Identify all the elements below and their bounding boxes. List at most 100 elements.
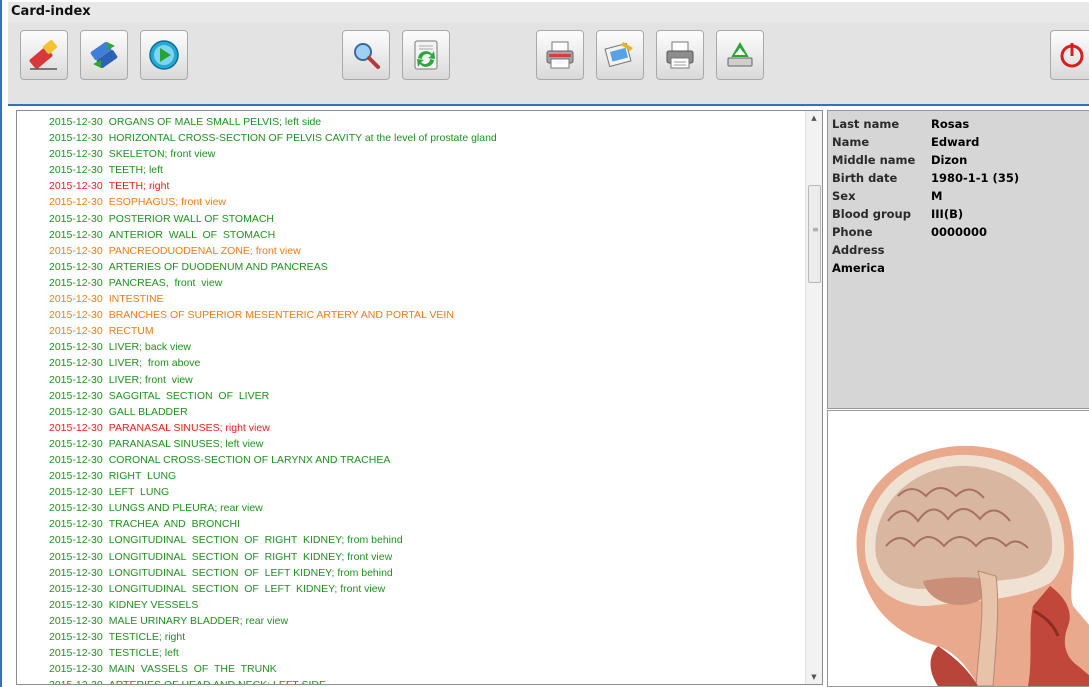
- print-button[interactable]: [536, 30, 584, 80]
- list-item[interactable]: 2015-12-30 SAGGITAL SECTION OF LIVER: [49, 388, 806, 404]
- list-item[interactable]: 2015-12-30 ANTERIOR WALL OF STOMACH: [49, 227, 806, 243]
- power-icon: [1060, 43, 1083, 68]
- record-title: TRACHEA AND BRONCHI: [108, 518, 240, 531]
- print-image-button[interactable]: [596, 30, 644, 80]
- exit-button[interactable]: [1050, 30, 1089, 80]
- search-button[interactable]: [342, 30, 390, 80]
- middle-name-row: Middle name Dizon: [832, 153, 967, 167]
- scroll-up-arrow-icon[interactable]: ▲: [806, 111, 822, 125]
- record-date: 2015-12-30: [49, 180, 103, 193]
- list-item[interactable]: 2015-12-30 SKELETON; front view: [49, 146, 806, 162]
- blood-group-value: III(B): [931, 207, 964, 221]
- scroll-down-arrow-icon[interactable]: ▼: [806, 670, 822, 684]
- record-title: TESTICLE; right: [108, 631, 186, 643]
- list-item[interactable]: 2015-12-30 ESOPHAGUS; front view: [49, 194, 806, 210]
- record-date: 2015-12-30: [49, 325, 103, 338]
- list-item[interactable]: 2015-12-30 ORGANS OF MALE SMALL PELVIS; l…: [49, 114, 806, 130]
- list-item[interactable]: 2015-12-30 LONGITUDINAL SECTION OF LEFT K…: [49, 581, 806, 597]
- list-item[interactable]: 2015-12-30 PANCREAS, front view: [49, 275, 806, 291]
- record-date: 2015-12-30: [49, 341, 103, 354]
- refresh-docs-icon: [414, 40, 438, 70]
- play-button[interactable]: [140, 30, 188, 80]
- record-title: RECTUM: [108, 325, 154, 338]
- list-item[interactable]: 2015-12-30 MAIN VASSELS OF THE TRUNK: [49, 661, 806, 677]
- window-title: Card-index: [11, 4, 91, 19]
- record-title: LIVER; back view: [108, 341, 192, 354]
- vertical-scrollbar[interactable]: ▲ ≡ ▼: [805, 111, 822, 684]
- patient-info-panel: Last name Rosas Name Edward Middle name Diz…: [827, 110, 1089, 409]
- list-item[interactable]: 2015-12-30 PARANASAL SINUSES; right view: [49, 420, 806, 436]
- scroll-thumb[interactable]: ≡: [808, 185, 821, 283]
- record-date: 2015-12-30: [49, 164, 103, 177]
- record-date: 2015-12-30: [49, 373, 103, 386]
- list-item[interactable]: 2015-12-30 TRACHEA AND BRONCHI: [49, 516, 806, 532]
- address-value: America: [832, 261, 885, 275]
- list-item[interactable]: 2015-12-30 RECTUM: [49, 323, 806, 339]
- list-item[interactable]: 2015-12-30 CORONAL CROSS-SECTION OF LARYN…: [49, 452, 806, 468]
- record-date: 2015-12-30: [49, 357, 103, 370]
- scanner-icon: [727, 42, 753, 67]
- list-item[interactable]: 2015-12-30 TESTICLE; left: [49, 645, 806, 661]
- list-item[interactable]: 2015-12-30 ARTERIES OF DUODENUM AND PANCR…: [49, 259, 806, 275]
- anatomy-head-section-image: [856, 445, 1089, 686]
- list-item[interactable]: 2015-12-30 MALE URINARY BLADDER; rear vie…: [49, 613, 806, 629]
- preview-image-panel: [827, 410, 1089, 687]
- record-title: LIVER; front view: [108, 373, 193, 386]
- swap-button[interactable]: [80, 30, 128, 80]
- name-value: Edward: [931, 135, 980, 149]
- record-title: LIVER; from above: [108, 357, 201, 370]
- record-title: GALL BLADDER: [108, 405, 188, 418]
- record-date: 2015-12-30: [49, 421, 103, 434]
- record-date: 2015-12-30: [49, 132, 103, 145]
- record-date: 2015-12-30: [49, 244, 103, 257]
- record-date: 2015-12-30: [49, 486, 103, 499]
- print-list-button[interactable]: [656, 30, 704, 80]
- list-item[interactable]: 2015-12-30 GALL BLADDER: [49, 404, 806, 420]
- list-item[interactable]: 2015-12-30 TEETH; left: [49, 162, 806, 178]
- list-item[interactable]: 2015-12-30 ARTERIES OF HEAD AND NECK; LEF…: [49, 677, 806, 684]
- list-item[interactable]: 2015-12-30 PARANASAL SINUSES; left view: [49, 436, 806, 452]
- list-item[interactable]: 2015-12-30 LIVER; back view: [49, 339, 806, 355]
- list-item[interactable]: 2015-12-30 LUNGS AND PLEURA; rear view: [49, 500, 806, 516]
- record-title: RIGHT LUNG: [108, 470, 177, 483]
- list-item[interactable]: 2015-12-30 LEFT LUNG: [49, 484, 806, 500]
- record-date: 2015-12-30: [49, 389, 103, 402]
- refresh-button[interactable]: [402, 30, 450, 80]
- list-item[interactable]: 2015-12-30 LONGITUDINAL SECTION OF RIGHT …: [49, 532, 806, 548]
- record-date: 2015-12-30: [49, 453, 103, 466]
- record-title: PANCREODUODENAL ZONE; front view: [108, 244, 301, 257]
- list-item[interactable]: 2015-12-30 LONGITUDINAL SECTION OF LEFT K…: [49, 565, 806, 581]
- app-window: Card-index 2015-12-30 ORGANS OF MALE SMA…: [0, 0, 1089, 687]
- printer-icon: [666, 41, 694, 69]
- list-item[interactable]: 2015-12-30 KIDNEY VESSELS: [49, 597, 806, 613]
- record-title: PANCREAS, front view: [108, 276, 223, 289]
- list-item[interactable]: 2015-12-30 HORIZONTAL CROSS-SECTION OF PE…: [49, 130, 806, 146]
- erase-button[interactable]: [20, 30, 68, 80]
- list-item[interactable]: 2015-12-30 LONGITUDINAL SECTION OF RIGHT …: [49, 549, 806, 565]
- list-item[interactable]: 2015-12-30 BRANCHES OF SUPERIOR MESENTERI…: [49, 307, 806, 323]
- list-item[interactable]: 2015-12-30 TESTICLE; right: [49, 629, 806, 645]
- list-item[interactable]: 2015-12-30 INTESTINE: [49, 291, 806, 307]
- list-item[interactable]: 2015-12-30 TEETH; right: [49, 178, 806, 194]
- record-title: TESTICLE; left: [108, 647, 179, 660]
- swap-icon: [90, 41, 118, 69]
- record-title: LONGITUDINAL SECTION OF RIGHT KIDNEY; fr…: [108, 534, 403, 547]
- list-item[interactable]: 2015-12-30 POSTERIOR WALL OF STOMACH: [49, 211, 806, 227]
- records-list[interactable]: 2015-12-30 ORGANS OF MALE SMALL PELVIS; l…: [16, 110, 823, 685]
- record-date: 2015-12-30: [49, 647, 103, 660]
- list-item[interactable]: 2015-12-30 RIGHT LUNG: [49, 468, 806, 484]
- record-date: 2015-12-30: [49, 534, 103, 547]
- list-item[interactable]: 2015-12-30 LIVER; front view: [49, 372, 806, 388]
- record-date: 2015-12-30: [49, 566, 103, 579]
- phone-value: 0000000: [931, 225, 988, 239]
- record-date: 2015-12-30: [49, 196, 103, 209]
- address-value-row: America: [832, 261, 885, 275]
- list-item[interactable]: 2015-12-30 PANCREODUODENAL ZONE; front vi…: [49, 243, 806, 259]
- list-item[interactable]: 2015-12-30 LIVER; from above: [49, 355, 806, 371]
- scan-button[interactable]: [716, 30, 764, 80]
- play-icon: [149, 40, 179, 70]
- record-title: SAGGITAL SECTION OF LIVER: [108, 389, 270, 402]
- record-date: 2015-12-30: [49, 116, 103, 128]
- middle-name-label: Middle name: [832, 153, 916, 167]
- record-title: ARTERIES OF DUODENUM AND PANCREAS: [108, 260, 328, 273]
